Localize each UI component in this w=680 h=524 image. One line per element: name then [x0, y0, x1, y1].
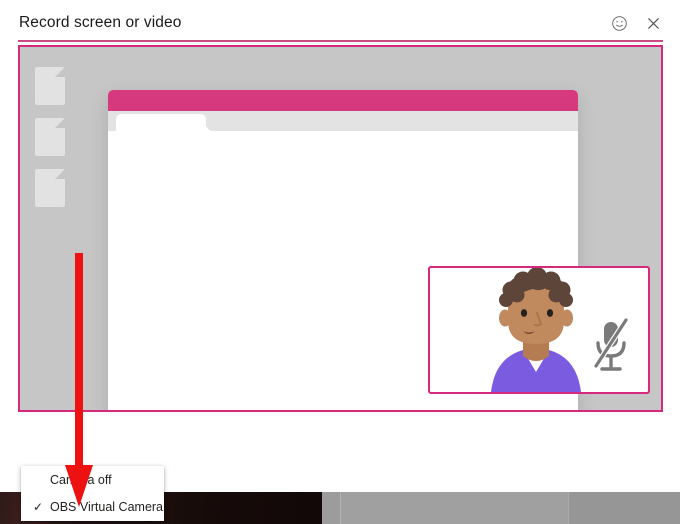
header-actions: [608, 12, 664, 34]
background-gray-panel-3: [568, 492, 680, 524]
record-screen-dialog: Record screen or video Camera off ✓ OBS …: [0, 0, 680, 524]
document-icon: [35, 169, 65, 207]
background-gray-panel-1: [322, 492, 340, 524]
background-gray-panel-2: [340, 492, 568, 524]
menu-item-obs-virtual-camera[interactable]: ✓ OBS Virtual Camera: [21, 493, 164, 520]
window-tabstrip: [108, 111, 578, 131]
feedback-icon[interactable]: [608, 12, 630, 34]
page-title: Record screen or video: [19, 14, 182, 31]
screen-preview: [18, 45, 663, 412]
header-divider: [18, 40, 663, 42]
camera-pip-preview: [428, 266, 650, 394]
desktop-mockup: [20, 47, 661, 410]
document-icon: [35, 118, 65, 156]
window-titlebar: [108, 90, 578, 111]
microphone-muted-icon: [588, 317, 634, 378]
check-icon: ✓: [32, 499, 44, 514]
camera-dropdown-menu: Camera off ✓ OBS Virtual Camera: [21, 466, 164, 521]
document-icon: [35, 67, 65, 105]
menu-item-label: OBS Virtual Camera: [50, 499, 164, 514]
dialog-header: Record screen or video: [0, 0, 680, 42]
window-active-tab: [116, 114, 213, 131]
close-icon[interactable]: [642, 12, 664, 34]
menu-item-camera-off[interactable]: Camera off: [21, 466, 164, 493]
menu-item-label: Camera off: [50, 472, 112, 487]
